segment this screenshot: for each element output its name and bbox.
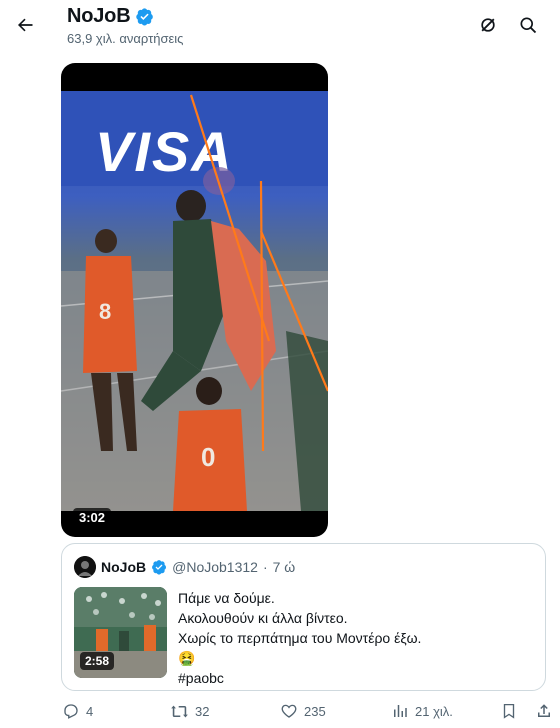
reply-icon bbox=[64, 704, 78, 719]
post-action-bar: 4 32 235 21 χιλ. bbox=[0, 698, 560, 726]
search-button[interactable] bbox=[515, 12, 541, 38]
reply-button[interactable]: 4 bbox=[62, 702, 93, 720]
top-bar: NoJoB 63,9 χιλ. αναρτήσεις bbox=[0, 0, 560, 52]
bookmark-button[interactable] bbox=[500, 702, 518, 720]
avatar[interactable] bbox=[74, 556, 96, 578]
jersey-number-0: 0 bbox=[201, 442, 215, 472]
jersey-number-8: 8 bbox=[99, 299, 111, 324]
video-frame: VISA 8 0 bbox=[61, 91, 328, 511]
bookmark-icon bbox=[503, 703, 515, 719]
views-button[interactable]: 21 χιλ. bbox=[391, 702, 453, 720]
quoted-video-thumbnail[interactable]: 2:58 bbox=[74, 587, 167, 678]
grok-icon bbox=[481, 18, 495, 32]
grok-button[interactable] bbox=[475, 12, 501, 38]
verified-badge-icon bbox=[136, 8, 154, 26]
post-count: 63,9 χιλ. αναρτήσεις bbox=[67, 31, 184, 46]
quoted-text-line: Ακολουθούν κι άλλα βίντεο. bbox=[178, 610, 348, 626]
video-duration: 3:02 bbox=[73, 508, 112, 527]
quoted-author-handle: @NoJob1312 bbox=[172, 559, 258, 575]
arrow-left-icon bbox=[18, 18, 33, 32]
profile-title: NoJoB bbox=[67, 5, 131, 27]
quoted-post-header: NoJoB @NoJob1312 · 7 ώ bbox=[74, 556, 295, 578]
quoted-text-line: Πάμε να δούμε. bbox=[178, 590, 275, 606]
video-player[interactable]: VISA 8 0 3:02 bbox=[61, 63, 328, 537]
view-count: 21 χιλ. bbox=[415, 703, 453, 719]
views-icon bbox=[394, 705, 407, 717]
search-icon bbox=[520, 17, 537, 34]
quoted-post-time[interactable]: 7 ώ bbox=[273, 559, 296, 575]
quoted-video-duration: 2:58 bbox=[80, 652, 115, 670]
like-button[interactable]: 235 bbox=[280, 702, 326, 720]
quoted-post-text: Πάμε να δούμε. Ακολουθούν κι άλλα βίντεο… bbox=[178, 588, 421, 688]
share-button[interactable] bbox=[535, 702, 553, 720]
profile-header: NoJoB 63,9 χιλ. αναρτήσεις bbox=[67, 5, 183, 46]
repost-button[interactable]: 32 bbox=[170, 702, 209, 721]
like-count: 235 bbox=[304, 703, 326, 719]
back-button[interactable] bbox=[8, 8, 42, 42]
quoted-text-emoji: 🤮 bbox=[178, 650, 196, 666]
reply-count: 4 bbox=[86, 703, 94, 719]
quoted-text-line: Χωρίς το περπάτημα του Μοντέρο έξω. bbox=[178, 630, 422, 646]
like-icon bbox=[281, 704, 297, 718]
hashtag-link[interactable]: #paobc bbox=[178, 668, 421, 688]
share-icon bbox=[538, 704, 550, 717]
verified-badge-icon bbox=[152, 560, 167, 575]
separator-dot: · bbox=[262, 559, 268, 575]
quoted-author-name[interactable]: NoJoB bbox=[101, 559, 146, 575]
quoted-post[interactable]: NoJoB @NoJob1312 · 7 ώ 2:58 Πάμε να δούμ… bbox=[61, 543, 546, 691]
repost-count: 32 bbox=[195, 704, 210, 719]
repost-icon bbox=[171, 705, 188, 718]
